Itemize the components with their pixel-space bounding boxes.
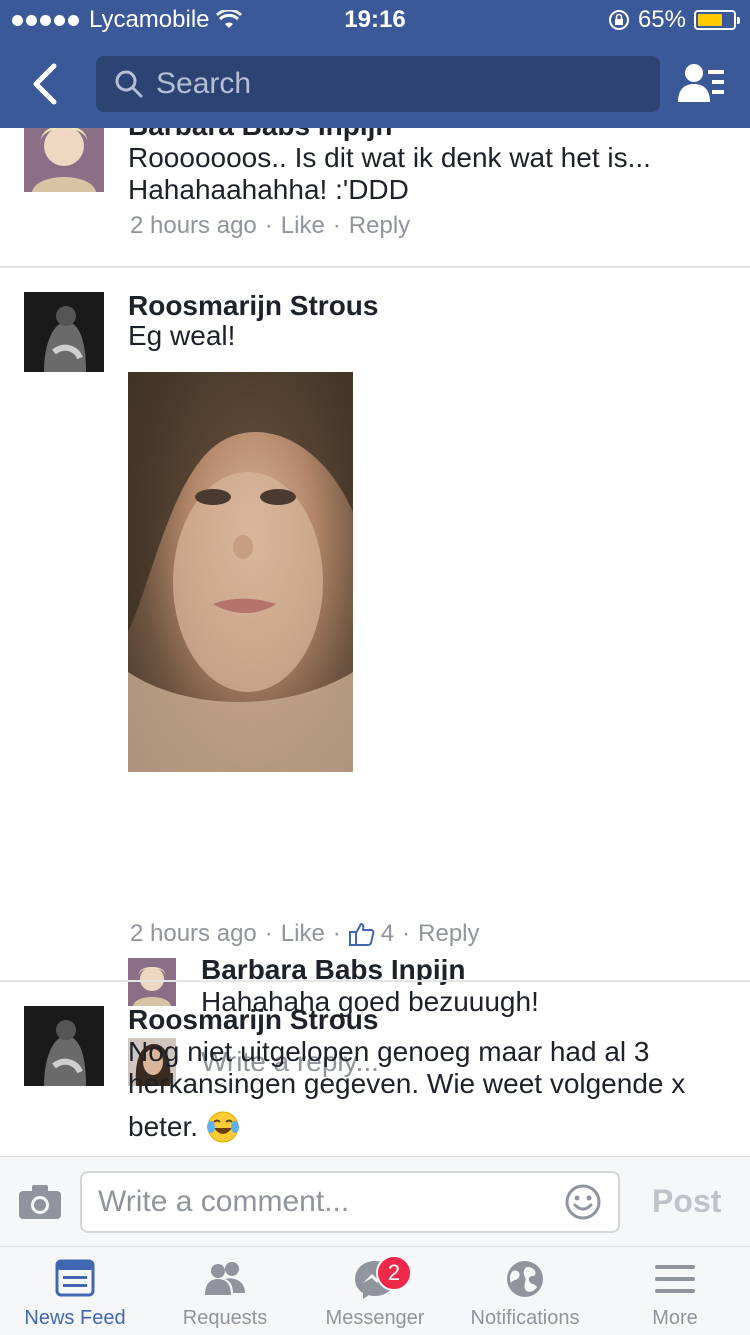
separator: ·	[332, 212, 341, 239]
tab-messenger[interactable]: 2 Messenger	[300, 1247, 450, 1335]
comment-text-line: Nog niet uitgelopen genoeg maar had al 3	[128, 1036, 650, 1067]
comment-author[interactable]: Roosmarijn Strous	[128, 1004, 378, 1036]
comment-item: Roosmarijn Strous Nog niet uitgelopen ge…	[0, 982, 750, 1156]
status-right: 65%	[608, 6, 740, 34]
search-placeholder: Search	[156, 67, 252, 100]
comment-item: Roosmarijn Strous Eg weal! 2 hours ago ·…	[0, 268, 750, 1086]
top-bar: Lycamobile 19:16 65% Search	[0, 0, 750, 128]
tab-requests[interactable]: Requests	[150, 1247, 300, 1335]
comment-text-line: Hahahaahahha! :'DDD	[128, 174, 409, 205]
orientation-lock-icon	[608, 10, 629, 30]
status-bar: Lycamobile 19:16 65%	[0, 0, 750, 40]
friends-list-icon	[678, 64, 724, 102]
back-button[interactable]	[24, 60, 68, 108]
avatar[interactable]	[24, 1006, 104, 1086]
battery-icon	[694, 10, 740, 30]
comment-text-line: Rooooooos.. Is dit wat ik denk wat het i…	[128, 142, 651, 173]
tab-label: Notifications	[470, 1307, 580, 1329]
separator: ·	[264, 920, 273, 947]
battery-percent: 65%	[637, 6, 686, 33]
comment-item: Barbara Babs Inpijn Rooooooos.. Is dit w…	[0, 128, 750, 268]
like-link[interactable]: Like	[281, 920, 325, 948]
comment-text-line: herkansingen gegeven. Wie weet volgende …	[128, 1068, 686, 1099]
tab-notifications[interactable]: Notifications	[450, 1247, 600, 1335]
comment-text-line-row: beter.	[128, 1110, 240, 1144]
tab-bar: News Feed Requests 2 Messenger Notificat…	[0, 1246, 750, 1335]
tears-of-joy-emoji-icon	[207, 1111, 240, 1143]
chevron-left-icon	[33, 63, 57, 105]
thumbs-up-icon	[348, 923, 375, 946]
reply-link[interactable]: Reply	[418, 920, 479, 948]
separator: ·	[402, 920, 411, 947]
notification-badge: 2	[376, 1255, 412, 1291]
separator: ·	[332, 920, 341, 947]
tab-more[interactable]: More	[600, 1247, 750, 1335]
post-button[interactable]: Post	[652, 1183, 721, 1220]
menu-icon	[655, 1265, 695, 1293]
tab-label: More	[652, 1307, 698, 1329]
news-feed-icon	[55, 1259, 95, 1297]
tab-label: Messenger	[325, 1307, 425, 1329]
comment-text: Eg weal!	[128, 320, 236, 351]
camera-button[interactable]	[18, 1183, 62, 1221]
camera-icon	[19, 1185, 61, 1219]
tab-label: Requests	[182, 1307, 268, 1329]
friends-list-button[interactable]	[678, 62, 726, 106]
photo-content	[128, 372, 353, 772]
timestamp: 2 hours ago	[130, 920, 257, 947]
separator: ·	[264, 212, 273, 239]
comment-placeholder: Write a comment...	[98, 1185, 350, 1218]
globe-icon	[507, 1261, 543, 1297]
comment-author[interactable]: Roosmarijn Strous	[128, 290, 378, 322]
comment-meta: 2 hours ago · Like · 4 · Reply	[130, 920, 480, 948]
search-input[interactable]: Search	[96, 56, 660, 112]
comments-feed: Barbara Babs Inpijn Rooooooos.. Is dit w…	[0, 128, 750, 1156]
emoji-picker-icon[interactable]	[564, 1183, 602, 1221]
avatar[interactable]	[24, 292, 104, 372]
comment-text-line: beter.	[128, 1111, 199, 1142]
tab-news-feed[interactable]: News Feed	[0, 1247, 150, 1335]
comment-composer: Write a comment... Post	[0, 1156, 750, 1247]
comment-author[interactable]: Barbara Babs Inpijn	[128, 128, 393, 142]
friend-requests-icon	[205, 1262, 245, 1295]
like-link[interactable]: Like	[281, 212, 325, 240]
avatar[interactable]	[24, 128, 104, 192]
reply-link[interactable]: Reply	[349, 212, 410, 240]
timestamp: 2 hours ago	[130, 212, 257, 239]
nav-row: Search	[0, 40, 750, 128]
search-icon	[115, 70, 143, 98]
comment-input[interactable]: Write a comment...	[80, 1171, 620, 1233]
like-count[interactable]: 4	[381, 920, 394, 948]
comment-meta: 2 hours ago · Like · Reply	[130, 212, 410, 240]
comment-photo[interactable]	[128, 372, 353, 772]
tab-label: News Feed	[24, 1307, 126, 1329]
